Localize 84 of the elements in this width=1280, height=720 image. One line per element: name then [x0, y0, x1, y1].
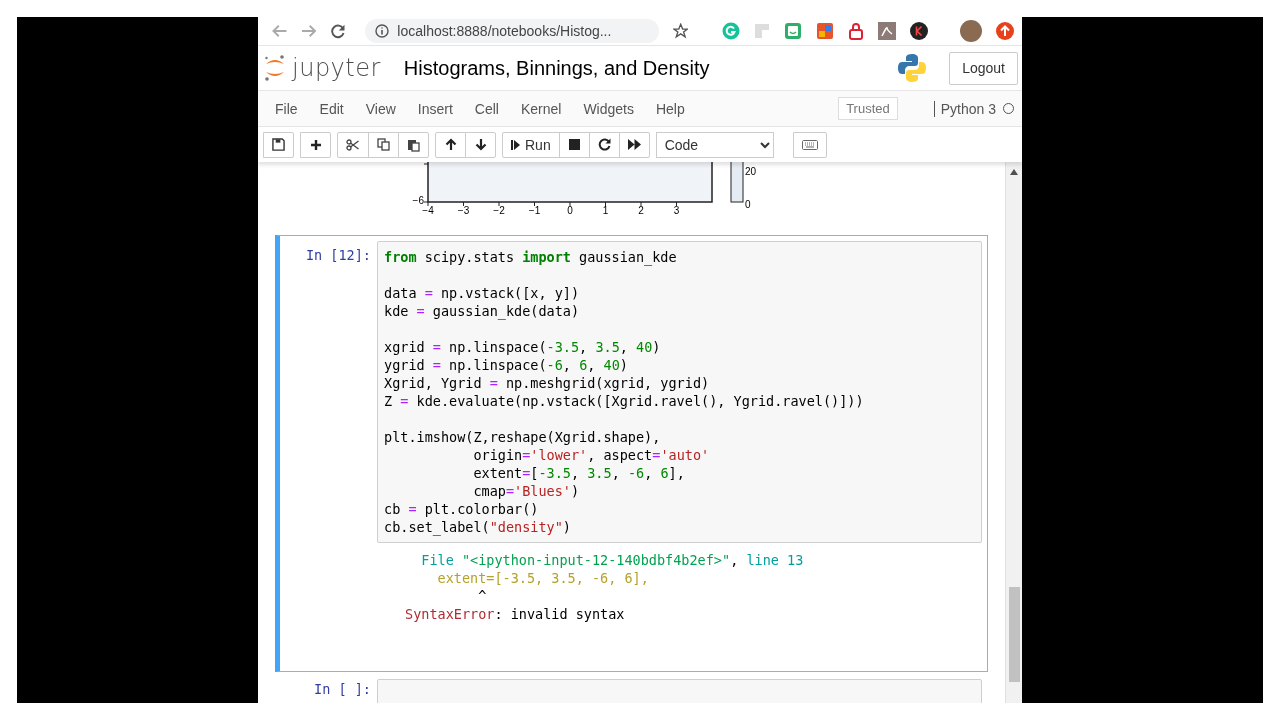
copy-icon	[377, 138, 390, 151]
logout-button[interactable]: Logout	[949, 51, 1018, 85]
up-arrow-icon	[444, 138, 457, 151]
copy-button[interactable]	[368, 131, 399, 158]
reload-icon[interactable]	[330, 23, 346, 39]
code-line: cb = plt.colorbar()	[384, 500, 540, 518]
code-line: kde = gaussian_kde(data)	[384, 302, 581, 320]
plus-icon	[309, 138, 322, 151]
error-line: extent=[-3.5, 3.5, -6, 6],	[436, 569, 650, 587]
down-arrow-icon	[474, 138, 487, 151]
axis-tick-label: 3	[673, 205, 680, 216]
axis-tick-label: 1	[602, 205, 609, 216]
scissors-icon	[346, 138, 360, 151]
axis-tick-label: 0	[567, 205, 573, 216]
python-logo-icon	[897, 53, 928, 83]
restart-button[interactable]	[588, 131, 620, 158]
notebook-title[interactable]: Histograms, Binnings, and Density	[403, 56, 710, 80]
axis-tick-label: −6	[412, 195, 424, 206]
menu-item[interactable]: View	[354, 100, 407, 117]
jupyter-logo-icon	[264, 54, 286, 82]
stop-icon	[568, 139, 580, 150]
code-line: plt.imshow(Z,reshape(Xgrid.shape),	[384, 428, 662, 446]
menu-item[interactable]: Help	[644, 100, 696, 117]
restart-run-all-button[interactable]	[618, 131, 650, 158]
code-line: origin='lower', aspect='auto'	[472, 446, 711, 464]
code-line: cb.set_label("density")	[384, 518, 572, 536]
fast-forward-icon	[627, 139, 641, 150]
code-editor[interactable]	[377, 241, 982, 543]
kernel-name[interactable]: Python 3	[933, 100, 996, 117]
cell-type-dropdown[interactable]: Code	[655, 131, 774, 158]
menu-item[interactable]: Edit	[308, 100, 355, 117]
code-line: extent=[-3.5, 3.5, -6, 6],	[472, 464, 686, 482]
colorbar-tick-label: 0	[745, 199, 751, 210]
extension-icon[interactable]	[910, 22, 928, 40]
axis-tick-label: −3	[457, 205, 470, 216]
move-down-button[interactable]	[465, 131, 496, 158]
error-line: File "<ipython-input-12-140bdbf4b2ef>", line 13	[420, 551, 805, 569]
code-line: from scipy.stats import gaussian_kde	[384, 248, 678, 266]
stop-button[interactable]	[558, 131, 590, 158]
address-text: localhost:8888/notebooks/Histog...	[397, 23, 612, 39]
error-line: ^	[477, 587, 488, 605]
input-prompt: In [ ]:	[313, 680, 372, 699]
menu-item[interactable]: Widgets	[572, 100, 645, 117]
address-bar[interactable]: localhost:8888/notebooks/Histog...	[365, 19, 659, 43]
axis-tick-label: 2	[638, 205, 644, 216]
menu-item[interactable]: Cell	[463, 100, 510, 117]
axis-tick-label: −2	[493, 205, 505, 216]
paste-icon	[407, 137, 420, 152]
axis-tick-label: −4	[422, 205, 434, 216]
restart-icon	[597, 138, 611, 151]
code-line: data = np.vstack([x, y])	[384, 284, 581, 302]
paste-button[interactable]	[398, 131, 429, 158]
command-palette-button[interactable]	[792, 131, 827, 158]
keyboard-icon	[801, 139, 818, 150]
code-line: ygrid = np.linspace(-6, 6, 40)	[384, 356, 629, 374]
code-line: xgrid = np.linspace(-3.5, 3.5, 40)	[384, 338, 662, 356]
cut-button[interactable]	[337, 131, 369, 158]
axis-tick-label: −1	[528, 205, 541, 216]
step-icon	[511, 138, 520, 151]
save-icon	[272, 138, 285, 151]
menu-item[interactable]: Insert	[406, 100, 464, 117]
code-line: Xgrid, Ygrid = np.meshgrid(xgrid, ygrid)	[384, 374, 711, 392]
run-button[interactable]: Run	[502, 131, 560, 158]
trusted-indicator[interactable]: Trusted	[838, 97, 898, 120]
save-button[interactable]	[263, 131, 294, 158]
notebook-cell[interactable]	[275, 235, 988, 672]
colorbar-tick-label: 20	[745, 166, 757, 177]
scrollbar-thumb[interactable]	[1008, 587, 1020, 682]
update-icon[interactable]	[996, 22, 1014, 40]
menu-item[interactable]: File	[264, 100, 309, 117]
star-icon[interactable]	[672, 23, 688, 39]
scroll-up-icon[interactable]	[1010, 169, 1018, 175]
avatar-icon[interactable]	[960, 20, 982, 42]
error-line: SyntaxError: invalid syntax	[405, 605, 626, 623]
notebook-cell[interactable]: In [ ]:	[275, 678, 988, 703]
info-icon	[375, 24, 390, 38]
move-up-button[interactable]	[435, 131, 466, 158]
code-line: cmap='Blues')	[472, 482, 581, 500]
code-line: Z = kde.evaluate(np.vstack([Xgrid.ravel(), Ygrid.ravel()]))	[384, 392, 865, 410]
scrollbar[interactable]	[1005, 162, 1022, 703]
menu-item[interactable]: Kernel	[509, 100, 573, 117]
add-cell-button[interactable]	[300, 131, 331, 158]
input-prompt: In [12]:	[304, 246, 372, 265]
jupyter-logo-text: jupyter	[292, 54, 381, 82]
